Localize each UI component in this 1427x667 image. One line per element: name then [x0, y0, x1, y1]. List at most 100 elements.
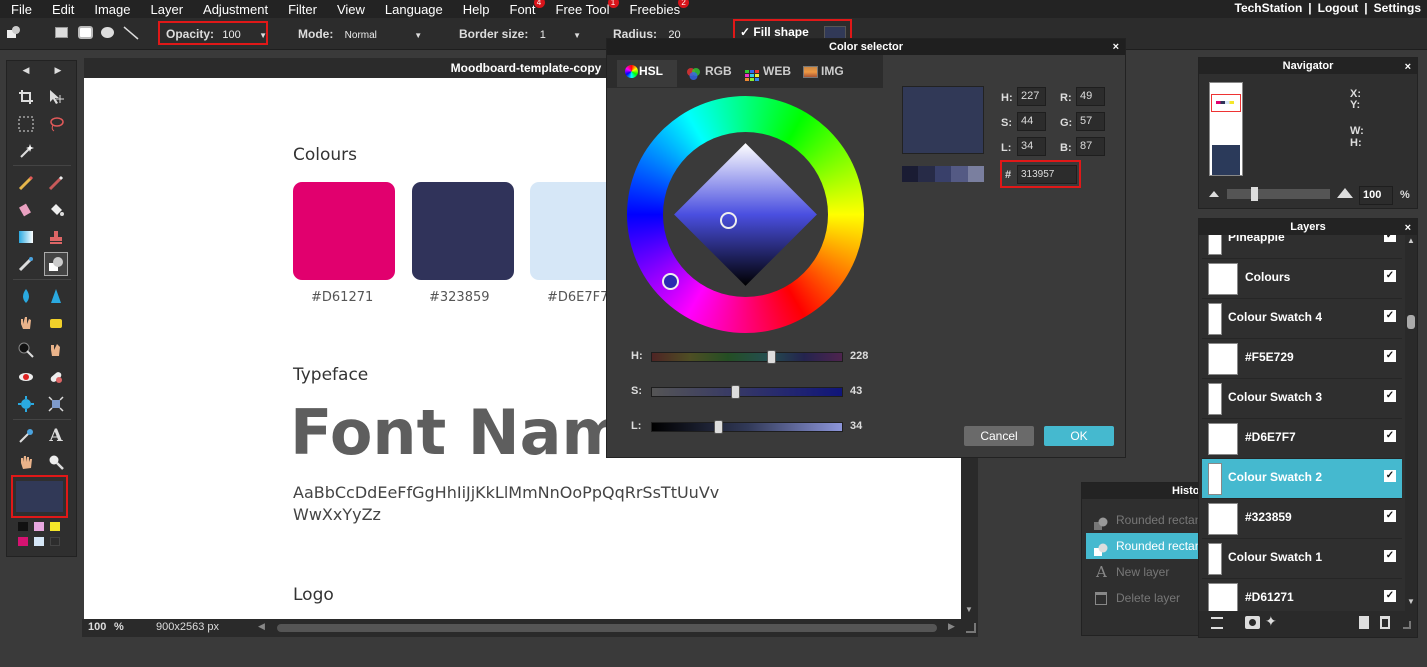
layer-row-f5e729[interactable]: #F5E729 ✓: [1202, 339, 1402, 379]
field-h-input[interactable]: 227: [1017, 87, 1046, 106]
history-row-2[interactable]: Rounded rectangle: [1086, 533, 1198, 559]
marquee-tool-icon[interactable]: [15, 113, 37, 135]
delete-layer-icon[interactable]: [1380, 616, 1390, 629]
gradient-tool-icon[interactable]: [15, 226, 37, 248]
tab-web[interactable]: WEB: [741, 60, 791, 87]
hand-tool-icon[interactable]: [15, 451, 37, 473]
layers-scroll-up-icon[interactable]: ▲: [1407, 236, 1415, 245]
lasso-tool-icon[interactable]: [45, 113, 67, 135]
hex-input[interactable]: 313957: [1017, 165, 1077, 184]
layer-row-colours[interactable]: Colours ✓: [1202, 259, 1402, 299]
layer-row-colour-swatch-1[interactable]: Colour Swatch 1 ✓: [1202, 539, 1402, 579]
spot-heal-tool-icon[interactable]: [45, 366, 67, 388]
bloat-tool-icon[interactable]: [15, 393, 37, 415]
border-size-value[interactable]: 1: [540, 29, 546, 41]
menu-edit[interactable]: Edit: [52, 2, 74, 17]
opacity-control[interactable]: Opacity: 100 ▼: [166, 27, 267, 41]
hue-slider-thumb[interactable]: [767, 350, 776, 364]
crop-tool-icon[interactable]: [15, 86, 37, 108]
layers-close-icon[interactable]: ×: [1405, 220, 1411, 236]
logout-link[interactable]: Logout: [1318, 1, 1359, 15]
hue-slider[interactable]: [651, 350, 843, 364]
field-s-input[interactable]: 44: [1017, 112, 1046, 131]
layer-visibility-checkbox-f5e729[interactable]: ✓: [1384, 350, 1396, 362]
menu-language[interactable]: Language: [385, 2, 443, 17]
scroll-down-icon[interactable]: ▼: [965, 605, 973, 614]
menu-freebies[interactable]: Freebies 2: [630, 0, 690, 17]
lightness-slider-thumb[interactable]: [714, 420, 723, 434]
layer-visibility-checkbox-d61271[interactable]: ✓: [1384, 590, 1396, 602]
hue-wheel[interactable]: [627, 96, 864, 333]
new-layer-icon[interactable]: [1359, 616, 1369, 629]
color-selector-titlebar[interactable]: Color selector ×: [607, 39, 1125, 55]
history-row-3[interactable]: A New layer: [1086, 559, 1198, 585]
layer-row-colour-swatch-4[interactable]: Colour Swatch 4 ✓: [1202, 299, 1402, 339]
variation-swatch-4[interactable]: [951, 166, 968, 182]
palette-color-light-blue[interactable]: [34, 537, 44, 546]
hscroll-left-icon[interactable]: ◀: [258, 621, 265, 632]
primary-color-swatch[interactable]: [16, 481, 63, 512]
navigator-zoom-slider[interactable]: [1227, 187, 1330, 201]
rounded-rectangle-shape-button[interactable]: [78, 26, 93, 39]
move-tool-icon[interactable]: [45, 86, 67, 108]
account-user[interactable]: TechStation: [1235, 1, 1303, 15]
tools-collapse-right-icon[interactable]: ▶: [47, 63, 69, 77]
tab-img[interactable]: IMG: [799, 60, 844, 87]
navigator-zoom-thumb[interactable]: [1251, 187, 1258, 201]
layer-row-pineapple[interactable]: Pineapple ✓: [1202, 235, 1402, 259]
mode-value[interactable]: Normal: [345, 30, 377, 41]
red-eye-tool-icon[interactable]: [15, 366, 37, 388]
layer-row-colour-swatch-2[interactable]: Colour Swatch 2 ✓: [1202, 459, 1402, 499]
settings-link[interactable]: Settings: [1374, 1, 1421, 15]
saturation-slider-thumb[interactable]: [731, 385, 740, 399]
lightness-slider[interactable]: [651, 420, 843, 434]
history-row-1[interactable]: Rounded rectangle: [1086, 507, 1198, 533]
burn-tool-icon[interactable]: [15, 339, 37, 361]
variation-swatch-5[interactable]: [967, 166, 985, 182]
fill-shape-checkbox[interactable]: ✓ Fill shape: [740, 25, 809, 39]
menu-font[interactable]: Font 4: [510, 0, 545, 17]
mode-dropdown-icon[interactable]: ▼: [414, 31, 422, 40]
palette-color-magenta[interactable]: [18, 537, 28, 546]
layer-row-colour-swatch-3[interactable]: Colour Swatch 3 ✓: [1202, 379, 1402, 419]
history-row-4[interactable]: Delete layer: [1086, 585, 1198, 611]
menu-file[interactable]: File: [11, 2, 32, 17]
color-picker-tool-icon[interactable]: [15, 425, 37, 447]
ok-button[interactable]: OK: [1044, 426, 1114, 446]
variation-swatch-1[interactable]: [902, 166, 919, 182]
layer-row-d6e7f7[interactable]: #D6E7F7 ✓: [1202, 419, 1402, 459]
border-size-control[interactable]: Border size: 1 ▼: [459, 27, 581, 41]
tab-hsl[interactable]: HSL: [617, 60, 677, 87]
palette-color-yellow[interactable]: [50, 522, 60, 531]
layer-row-d61271[interactable]: #D61271 ✓: [1202, 579, 1402, 611]
stamp-tool-icon[interactable]: [45, 226, 67, 248]
opacity-value[interactable]: 100: [222, 29, 240, 41]
shape-tool-icon[interactable]: [6, 25, 21, 39]
menu-free-tool[interactable]: Free Tool 1: [556, 0, 619, 17]
opacity-dropdown-icon[interactable]: ▼: [259, 31, 267, 40]
layer-settings-icon[interactable]: [1211, 617, 1223, 629]
mode-control[interactable]: Mode: Normal ▼: [298, 27, 422, 41]
blur-tool-icon[interactable]: [15, 285, 37, 307]
field-l-input[interactable]: 34: [1017, 137, 1046, 156]
layers-resize-grip-icon[interactable]: [1403, 621, 1411, 629]
navigator-close-icon[interactable]: ×: [1405, 59, 1411, 75]
layers-scroll-thumb[interactable]: [1407, 315, 1415, 329]
pinch-tool-icon[interactable]: [45, 393, 67, 415]
hue-picker-handle[interactable]: [662, 273, 679, 290]
hscroll-right-icon[interactable]: ▶: [948, 621, 955, 632]
saturation-slider[interactable]: [651, 385, 843, 399]
variation-swatch-3[interactable]: [934, 166, 952, 182]
menu-help[interactable]: Help: [463, 2, 490, 17]
navigator-thumbnail[interactable]: [1209, 82, 1243, 176]
palette-color-black[interactable]: [18, 522, 28, 531]
ellipse-shape-button[interactable]: [101, 27, 114, 38]
layer-visibility-checkbox-323859[interactable]: ✓: [1384, 510, 1396, 522]
paint-bucket-tool-icon[interactable]: [45, 199, 67, 221]
layer-visibility-checkbox-colour-swatch-3[interactable]: ✓: [1384, 390, 1396, 402]
zoom-value[interactable]: 100: [88, 621, 106, 633]
smudge-tool-icon[interactable]: [15, 312, 37, 334]
horizontal-scrollbar[interactable]: [277, 624, 937, 632]
pencil-tool-icon[interactable]: [15, 172, 37, 194]
layer-effects-icon[interactable]: ✦: [1265, 613, 1277, 630]
